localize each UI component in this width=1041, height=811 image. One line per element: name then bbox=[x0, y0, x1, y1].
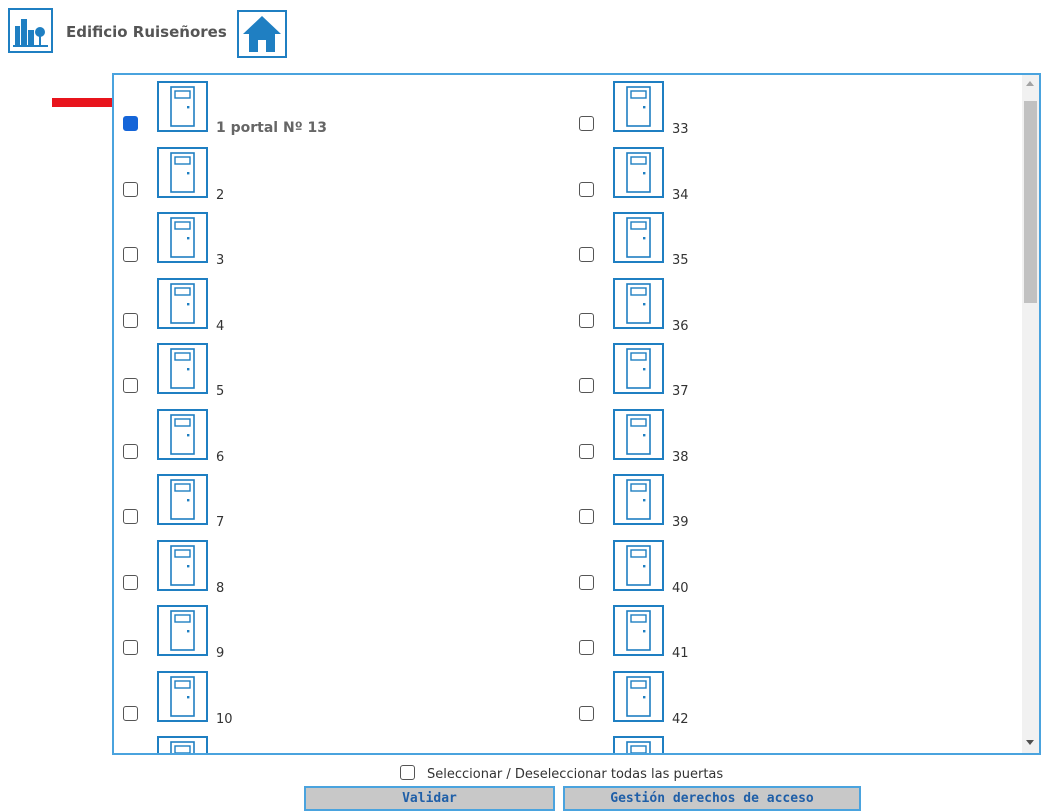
door-row: 9 bbox=[122, 599, 542, 665]
door-row: 37 bbox=[578, 337, 998, 403]
door-checkbox[interactable] bbox=[123, 705, 138, 721]
door-row-partial bbox=[578, 730, 998, 753]
door-row: 42 bbox=[578, 665, 998, 731]
door-icon[interactable] bbox=[157, 81, 208, 132]
door-checkbox[interactable] bbox=[579, 312, 594, 328]
door-label: 39 bbox=[672, 515, 689, 530]
door-row: 7 bbox=[122, 468, 542, 534]
door-checkbox[interactable] bbox=[579, 116, 594, 131]
door-row: 38 bbox=[578, 403, 998, 469]
scroll-thumb[interactable] bbox=[1024, 101, 1037, 303]
door-label: 7 bbox=[216, 515, 225, 530]
door-row: 5 bbox=[122, 337, 542, 403]
scroll-down-arrow-icon[interactable] bbox=[1026, 740, 1034, 745]
door-icon[interactable] bbox=[613, 81, 664, 132]
door-checkbox[interactable] bbox=[123, 640, 138, 655]
door-checkbox[interactable] bbox=[123, 181, 138, 197]
door-row: 39 bbox=[578, 468, 998, 534]
door-checkbox[interactable] bbox=[123, 509, 138, 524]
gestion-derechos-button[interactable]: Gestión derechos de acceso bbox=[563, 786, 861, 811]
door-label: 42 bbox=[672, 711, 689, 727]
door-icon[interactable] bbox=[613, 277, 664, 329]
door-icon[interactable] bbox=[613, 474, 664, 525]
door-row: 6 bbox=[122, 403, 542, 469]
door-row: 2 bbox=[122, 141, 542, 207]
door-label: 6 bbox=[216, 449, 225, 465]
door-label: 37 bbox=[672, 384, 689, 399]
door-label: 34 bbox=[672, 187, 689, 203]
door-row: 1 portal Nº 13 bbox=[122, 75, 542, 141]
door-label: 40 bbox=[672, 580, 689, 596]
door-row: 35 bbox=[578, 206, 998, 272]
door-icon[interactable] bbox=[613, 343, 664, 394]
door-icon[interactable] bbox=[157, 539, 208, 591]
door-icon[interactable] bbox=[613, 146, 664, 198]
door-label: 33 bbox=[672, 122, 689, 137]
building-trees-icon[interactable] bbox=[8, 8, 53, 53]
door-checkbox[interactable] bbox=[579, 574, 594, 590]
door-icon[interactable] bbox=[613, 408, 664, 460]
door-row: 40 bbox=[578, 534, 998, 600]
door-icon[interactable] bbox=[157, 146, 208, 198]
door-checkbox[interactable] bbox=[579, 247, 594, 262]
door-checkbox[interactable] bbox=[123, 116, 138, 131]
door-label: 3 bbox=[216, 253, 225, 268]
door-icon[interactable] bbox=[157, 408, 208, 460]
door-icon[interactable] bbox=[157, 605, 208, 656]
doors-column-right: 33 34 35 36 37 38 39 40 41 42 bbox=[578, 75, 998, 753]
door-icon[interactable] bbox=[613, 605, 664, 656]
door-row: 3 bbox=[122, 206, 542, 272]
door-checkbox[interactable] bbox=[123, 312, 138, 328]
door-label: 2 bbox=[216, 187, 225, 203]
door-checkbox[interactable] bbox=[579, 378, 594, 393]
door-icon[interactable] bbox=[613, 736, 664, 753]
door-icon[interactable] bbox=[157, 277, 208, 329]
door-checkbox[interactable] bbox=[579, 640, 594, 655]
door-label: 9 bbox=[216, 646, 225, 661]
select-all-checkbox[interactable] bbox=[400, 765, 415, 780]
door-checkbox[interactable] bbox=[123, 574, 138, 590]
door-label: 4 bbox=[216, 318, 225, 334]
door-checkbox[interactable] bbox=[123, 443, 138, 459]
door-row: 34 bbox=[578, 141, 998, 207]
door-icon[interactable] bbox=[157, 736, 208, 753]
door-row: 10 bbox=[122, 665, 542, 731]
door-icon[interactable] bbox=[613, 539, 664, 591]
door-label: 1 portal Nº 13 bbox=[216, 120, 327, 136]
door-row-partial bbox=[122, 730, 542, 753]
doors-column-left: 1 portal Nº 13 2 3 4 5 6 7 8 9 10 bbox=[122, 75, 542, 753]
door-label: 10 bbox=[216, 711, 233, 727]
door-row: 36 bbox=[578, 272, 998, 338]
door-row: 41 bbox=[578, 599, 998, 665]
scroll-up-arrow-icon[interactable] bbox=[1026, 81, 1034, 86]
door-checkbox[interactable] bbox=[579, 443, 594, 459]
door-label: 8 bbox=[216, 580, 225, 596]
door-checkbox[interactable] bbox=[579, 181, 594, 197]
door-row: 4 bbox=[122, 272, 542, 338]
door-label: 41 bbox=[672, 646, 689, 661]
door-icon[interactable] bbox=[157, 343, 208, 394]
validar-button[interactable]: Validar bbox=[304, 786, 555, 811]
home-icon[interactable] bbox=[237, 10, 287, 58]
page-title: Edificio Ruiseñores bbox=[66, 23, 227, 41]
door-label: 5 bbox=[216, 384, 225, 399]
door-checkbox[interactable] bbox=[123, 378, 138, 393]
door-row: 33 bbox=[578, 75, 998, 141]
door-label: 36 bbox=[672, 318, 689, 334]
door-label: 35 bbox=[672, 253, 689, 268]
door-row: 8 bbox=[122, 534, 542, 600]
door-icon[interactable] bbox=[613, 670, 664, 722]
panel-scrollbar[interactable] bbox=[1022, 75, 1039, 753]
door-checkbox[interactable] bbox=[579, 509, 594, 524]
doors-list-panel[interactable]: 1 portal Nº 13 2 3 4 5 6 7 8 9 10 33 34 35 36 37 38 39 4… bbox=[112, 73, 1041, 755]
door-label: 38 bbox=[672, 449, 689, 465]
select-all-label: Seleccionar / Deseleccionar todas las pu… bbox=[427, 767, 724, 782]
door-checkbox[interactable] bbox=[123, 247, 138, 262]
door-icon[interactable] bbox=[157, 670, 208, 722]
door-icon[interactable] bbox=[157, 474, 208, 525]
door-icon[interactable] bbox=[157, 212, 208, 263]
door-checkbox[interactable] bbox=[579, 705, 594, 721]
door-icon[interactable] bbox=[613, 212, 664, 263]
